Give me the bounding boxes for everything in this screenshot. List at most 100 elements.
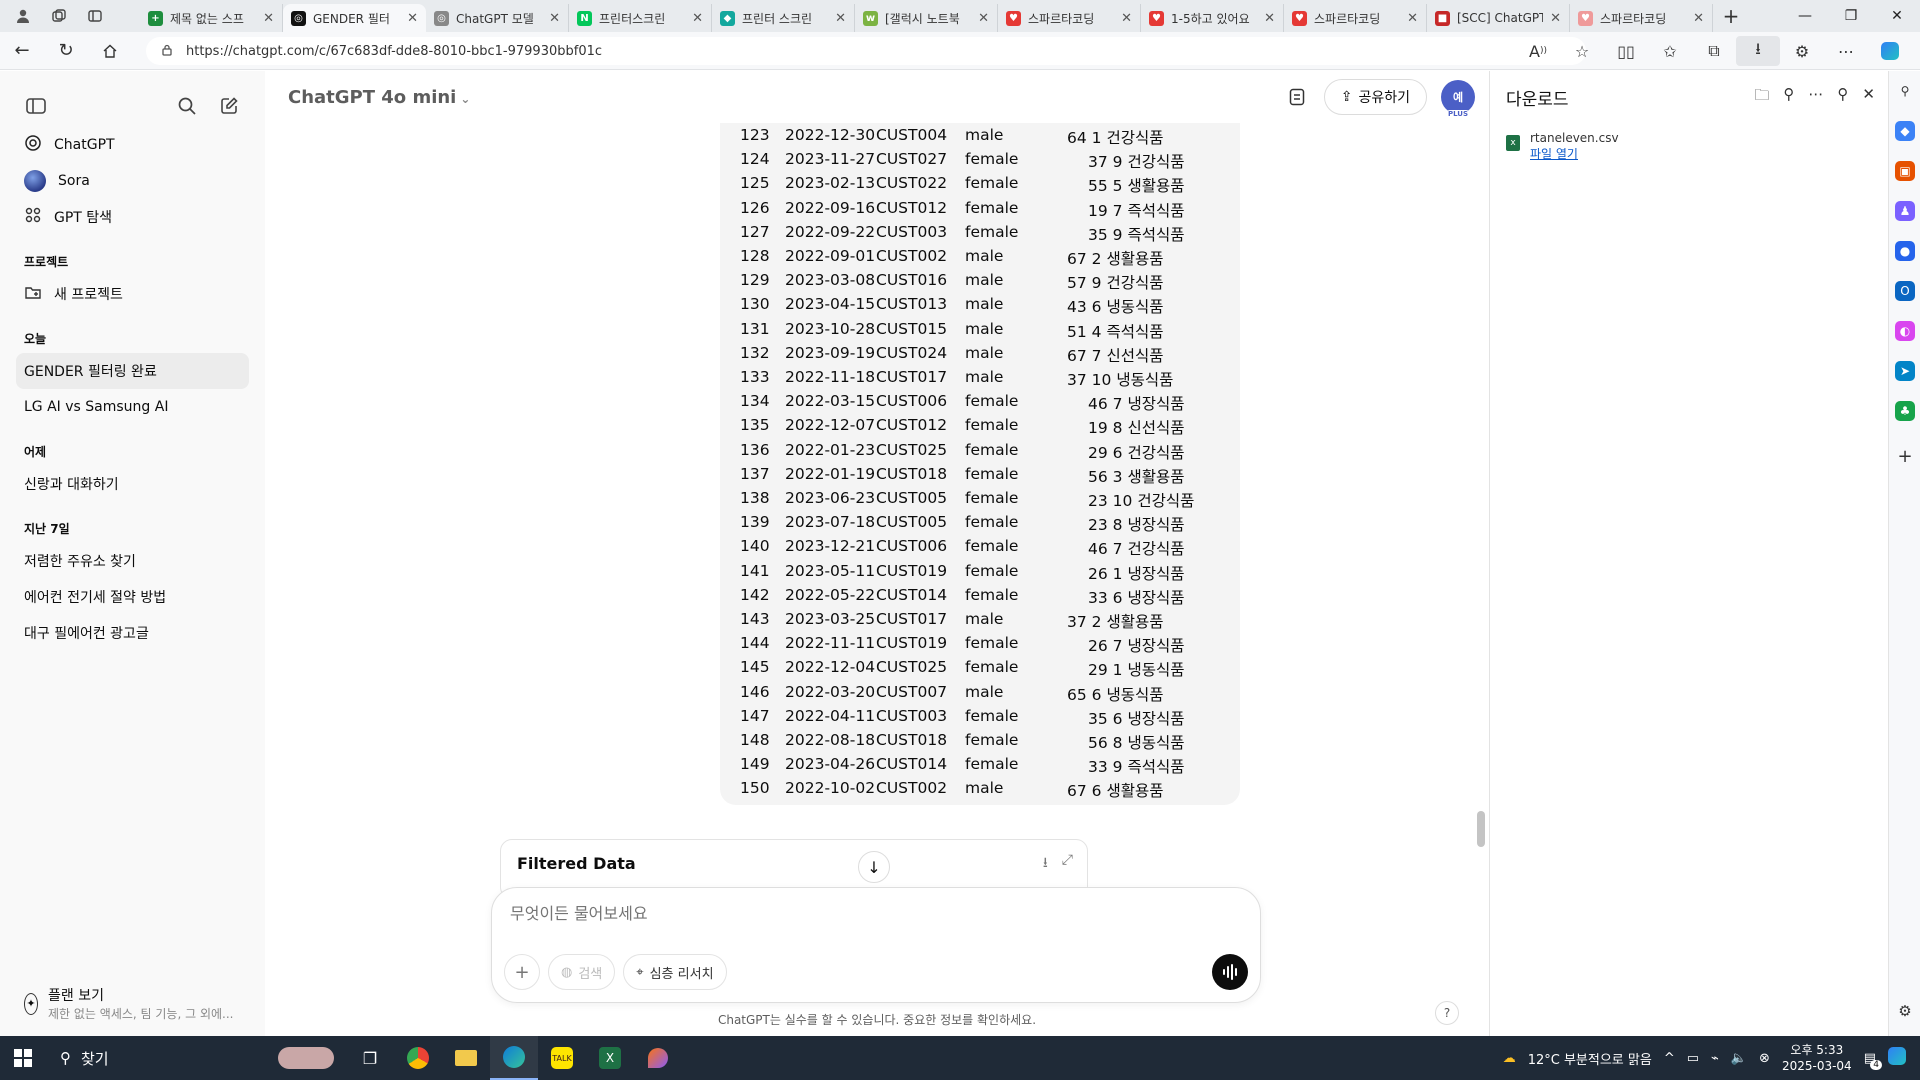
voice-mode-button[interactable]: [1212, 954, 1248, 990]
favorites-icon[interactable]: ✩: [1648, 36, 1692, 66]
weather-text[interactable]: 12°C 부분적으로 맑음: [1528, 1049, 1652, 1068]
browser-tab[interactable]: ♥ 스파르타코딩 ✕: [1570, 4, 1713, 32]
tab-close-icon[interactable]: ✕: [407, 11, 418, 26]
copilot-icon[interactable]: [1868, 36, 1912, 66]
site-info-icon[interactable]: [160, 42, 174, 61]
rail-add-icon[interactable]: +: [1895, 446, 1915, 467]
task-view-icon[interactable]: ❐: [346, 1036, 394, 1080]
tab-close-icon[interactable]: ✕: [263, 11, 274, 26]
browser-tab[interactable]: ♥ 스파르타코딩 ✕: [998, 4, 1141, 32]
share-button[interactable]: ⇪ 공유하기: [1323, 79, 1427, 115]
chat-history-item[interactable]: 신랑과 대화하기: [16, 466, 249, 502]
rail-settings-icon[interactable]: ⚙: [1895, 1001, 1915, 1021]
tab-close-icon[interactable]: ✕: [549, 11, 560, 26]
downloads-icon[interactable]: ⭳: [1736, 36, 1780, 66]
refresh-icon[interactable]: ↻: [44, 40, 88, 61]
edge-icon[interactable]: [490, 1036, 538, 1080]
copilot-taskbar-icon[interactable]: [1888, 1047, 1906, 1069]
scroll-to-bottom-button[interactable]: ↓: [858, 851, 890, 883]
message-input[interactable]: [510, 904, 1210, 923]
chat-history-item[interactable]: 에어컨 전기세 절약 방법: [16, 579, 249, 615]
workspaces-icon[interactable]: [50, 7, 68, 25]
folder-icon[interactable]: 🗀: [1754, 85, 1769, 110]
read-aloud-icon[interactable]: A)): [1516, 36, 1560, 66]
collections-icon[interactable]: ⧉: [1692, 36, 1736, 66]
chat-history-item[interactable]: GENDER 필터링 완료: [16, 353, 249, 389]
sidebar-item-chatgpt[interactable]: ChatGPT: [16, 127, 249, 163]
view-plans-button[interactable]: ✦ 플랜 보기 제한 없는 액세스, 팀 기능, 그 외에...: [16, 979, 256, 1028]
tray-overflow-icon[interactable]: ^: [1664, 1051, 1675, 1066]
browser-tab[interactable]: ■ [SCC] ChatGPT ✕: [1427, 4, 1570, 32]
browser-tab[interactable]: ◎ GENDER 필터 ✕: [283, 4, 426, 32]
tab-close-icon[interactable]: ✕: [978, 11, 989, 26]
tab-close-icon[interactable]: ✕: [1693, 11, 1704, 26]
rail-toolbox-icon[interactable]: ▣: [1895, 161, 1915, 181]
notifications-icon[interactable]: ▤ 4: [1864, 1051, 1882, 1070]
widget-hippo-icon[interactable]: [266, 1036, 346, 1080]
rail-tag-icon[interactable]: ◆: [1895, 121, 1915, 141]
new-tab-button[interactable]: +: [1713, 4, 1749, 28]
rail-games-icon[interactable]: ♟: [1895, 201, 1915, 221]
avatar[interactable]: 예 PLUS: [1441, 80, 1475, 118]
new-chat-icon[interactable]: [217, 94, 241, 118]
download-icon[interactable]: ⭳: [1043, 852, 1048, 876]
favorite-star-icon[interactable]: ☆: [1560, 36, 1604, 66]
browser-tab[interactable]: + 제목 없는 스프 ✕: [140, 4, 283, 32]
chat-history-item[interactable]: 저렴한 주유소 찾기: [16, 543, 249, 579]
browser-tab[interactable]: w [갤럭시 노트북 ✕: [855, 4, 998, 32]
taskbar-search[interactable]: ⚲ 찾기: [46, 1036, 266, 1080]
rail-tree-icon[interactable]: ♣: [1895, 401, 1915, 421]
sidebar-toggle-icon[interactable]: [24, 94, 48, 118]
sidebar-item-explore-gpts[interactable]: GPT 탐색: [16, 199, 249, 235]
paint-icon[interactable]: [634, 1036, 682, 1080]
tab-close-icon[interactable]: ✕: [1407, 11, 1418, 26]
chat-history-item[interactable]: LG AI vs Samsung AI: [16, 389, 249, 425]
chat-history-item[interactable]: 대구 필에어컨 광고글: [16, 615, 249, 651]
attach-button[interactable]: +: [504, 954, 540, 990]
tray-x-icon[interactable]: ⊗: [1759, 1051, 1770, 1066]
close-panel-icon[interactable]: ✕: [1862, 85, 1875, 110]
windows-start-icon[interactable]: [0, 1036, 46, 1080]
expand-icon[interactable]: ⤢: [1062, 852, 1073, 876]
sidebar-item-sora[interactable]: Sora: [16, 163, 249, 199]
more-menu-icon[interactable]: ⋯: [1824, 36, 1868, 66]
search-button[interactable]: ◍ 검색: [548, 954, 616, 990]
home-icon[interactable]: [88, 43, 132, 59]
rail-copilot-icon[interactable]: ●: [1895, 241, 1915, 261]
browser-tab[interactable]: ♥ 스파르타코딩 ✕: [1284, 4, 1427, 32]
restore-button[interactable]: ❐: [1828, 0, 1874, 32]
tab-close-icon[interactable]: ✕: [835, 11, 846, 26]
browser-tab[interactable]: ♥ 1-5하고 있어요 ✕: [1141, 4, 1284, 32]
volume-icon[interactable]: 🔈: [1731, 1051, 1747, 1066]
minimize-button[interactable]: —: [1782, 0, 1828, 32]
tray-app-icon[interactable]: ▭: [1687, 1051, 1699, 1066]
network-icon[interactable]: ⌁: [1711, 1051, 1719, 1066]
split-screen-icon[interactable]: ▯▯: [1604, 36, 1648, 66]
new-project-button[interactable]: 새 프로젝트: [16, 276, 249, 312]
back-icon[interactable]: ←: [0, 40, 44, 61]
tab-close-icon[interactable]: ✕: [1264, 11, 1275, 26]
browser-tab[interactable]: ◆ 프린터 스크린 ✕: [712, 4, 855, 32]
rail-outlook-icon[interactable]: O: [1895, 281, 1915, 301]
deep-research-button[interactable]: ⌖ 심층 리서치: [623, 954, 727, 990]
open-file-link[interactable]: 파일 열기: [1530, 145, 1619, 162]
kakaotalk-icon[interactable]: TALK: [538, 1036, 586, 1080]
excel-icon[interactable]: X: [586, 1036, 634, 1080]
pin-icon[interactable]: ⚲: [1837, 85, 1848, 110]
url-field[interactable]: https://chatgpt.com/c/67c683df-dde8-8010…: [146, 37, 1586, 65]
help-button[interactable]: ?: [1435, 1001, 1459, 1025]
search-downloads-icon[interactable]: ⚲: [1783, 85, 1794, 110]
chrome-icon[interactable]: [394, 1036, 442, 1080]
tab-close-icon[interactable]: ✕: [692, 11, 703, 26]
model-selector[interactable]: ChatGPT 4o mini ⌄: [288, 87, 470, 108]
profile-icon[interactable]: [14, 7, 32, 25]
scrollbar-thumb[interactable]: [1477, 811, 1485, 847]
tab-actions-icon[interactable]: [86, 7, 104, 25]
tab-close-icon[interactable]: ✕: [1121, 11, 1132, 26]
extensions-icon[interactable]: ⚙: [1780, 36, 1824, 66]
search-icon[interactable]: [175, 94, 199, 118]
download-item[interactable]: x rtaneleven.csv 파일 열기: [1506, 131, 1619, 162]
more-options-icon[interactable]: ⋯: [1808, 85, 1823, 110]
rail-search-icon[interactable]: ⚲: [1895, 81, 1915, 101]
canvas-icon[interactable]: [1284, 84, 1310, 110]
